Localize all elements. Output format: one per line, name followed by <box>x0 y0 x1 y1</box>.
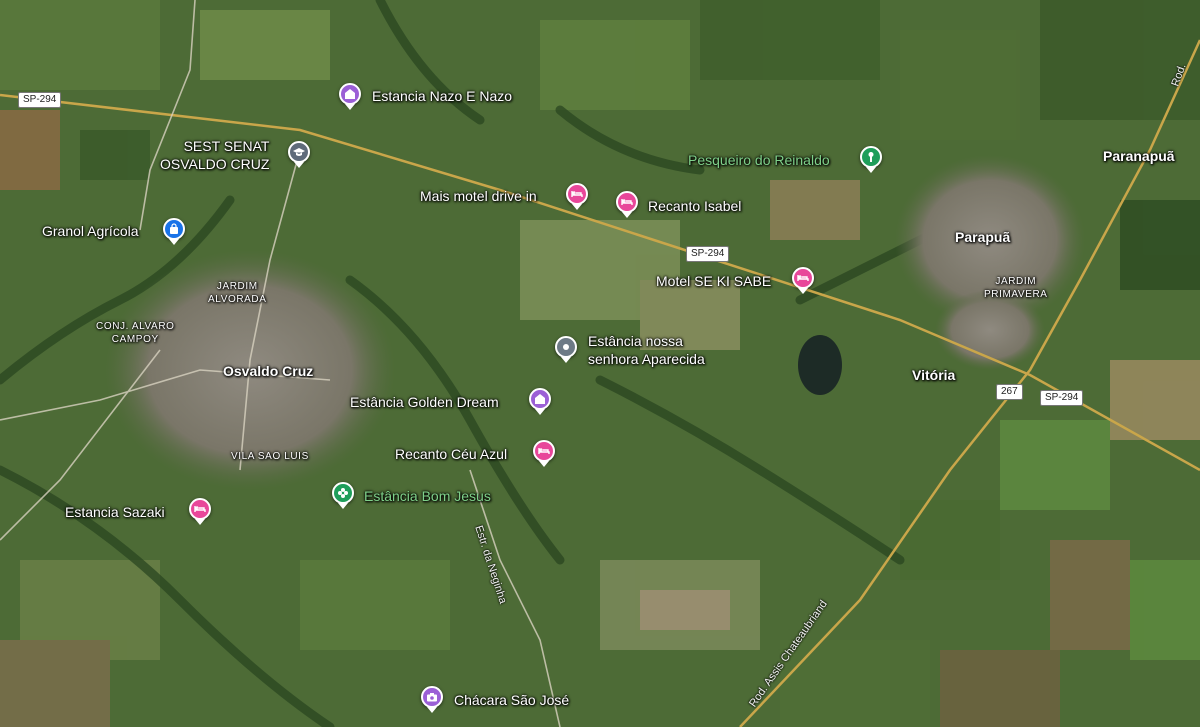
poi-motel-se-ki-sabe[interactable]: Motel SE KI SABE <box>656 273 771 290</box>
satellite-map[interactable]: SP-294 SP-294 SP-294 267 Estr. da Neginh… <box>0 0 1200 727</box>
poi-estancia-nossa-senhora-aparecida[interactable]: Estância nossa senhora Aparecida <box>588 332 705 368</box>
poi-chacara-sao-jose[interactable]: Chácara São José <box>454 692 569 709</box>
poi-recanto-isabel[interactable]: Recanto Isabel <box>648 198 741 215</box>
bed-icon[interactable] <box>792 267 814 289</box>
camera-icon[interactable] <box>421 686 443 708</box>
town-label-parapua[interactable]: Parapuã <box>955 229 1010 246</box>
bed-icon[interactable] <box>616 191 638 213</box>
attraction-icon[interactable] <box>339 83 361 105</box>
poi-estancia-golden-dream[interactable]: Estância Golden Dream <box>350 394 499 411</box>
city-label-osvaldo-cruz[interactable]: Osvaldo Cruz <box>223 363 313 380</box>
flower-icon[interactable] <box>332 482 354 504</box>
neighborhood-label-conj-alvaro-campoy: CONJ. ALVARO CAMPOY <box>96 321 175 345</box>
poi-sest-senat-osvaldo-cruz[interactable]: SEST SENAT OSVALDO CRUZ <box>160 137 269 173</box>
neighborhood-label-vila-sao-luis: VILA SAO LUIS <box>231 451 309 462</box>
poi-estancia-nazo-e-nazo[interactable]: Estancia Nazo E Nazo <box>372 88 512 105</box>
park-icon[interactable] <box>860 146 882 168</box>
road-shield-sp294: SP-294 <box>18 92 62 108</box>
poi-granol-agricola[interactable]: Granol Agrícola <box>42 223 139 240</box>
poi-pesqueiro-do-reinaldo[interactable]: Pesqueiro do Reinaldo <box>688 152 830 169</box>
poi-estancia-bom-jesus[interactable]: Estância Bom Jesus <box>364 488 491 505</box>
bed-icon[interactable] <box>533 440 555 462</box>
road-shield-sp294: SP-294 <box>686 246 730 262</box>
poi-mais-motel-drive-in[interactable]: Mais motel drive in <box>420 188 537 205</box>
bed-icon[interactable] <box>189 498 211 520</box>
town-label-vitoria[interactable]: Vitória <box>912 367 955 384</box>
neighborhood-label-jardim-alvorada: JARDIM ALVORADA <box>208 281 267 305</box>
school-icon[interactable] <box>288 141 310 163</box>
location-pin-icon[interactable] <box>555 336 577 358</box>
attraction-icon[interactable] <box>529 388 551 410</box>
road-shield-sp294: SP-294 <box>1040 390 1084 406</box>
poi-estancia-sazaki[interactable]: Estancia Sazaki <box>65 504 165 521</box>
shopping-bag-icon[interactable] <box>163 218 185 240</box>
road-shield-267: 267 <box>996 384 1023 400</box>
town-label-paranapua[interactable]: Paranapuã <box>1103 148 1175 165</box>
poi-recanto-ceu-azul[interactable]: Recanto Céu Azul <box>395 446 507 463</box>
neighborhood-label-jardim-primavera: JARDIM PRIMAVERA <box>984 276 1048 300</box>
bed-icon[interactable] <box>566 183 588 205</box>
